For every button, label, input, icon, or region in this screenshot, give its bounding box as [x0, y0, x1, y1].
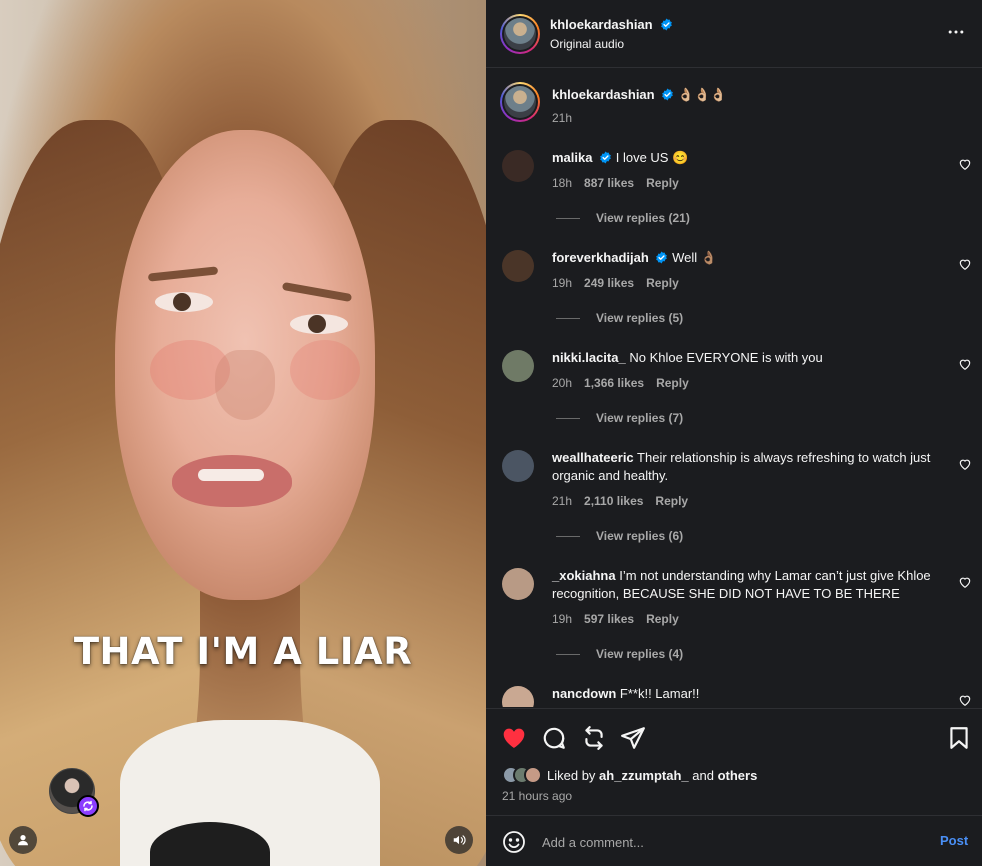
reply-button[interactable]: Reply — [655, 494, 688, 508]
comment-text: _xokiahna I’m not understanding why Lama… — [552, 568, 931, 601]
heart-icon[interactable] — [958, 157, 972, 171]
comment-username[interactable]: nikki.lacita_ — [552, 350, 626, 365]
view-replies-button[interactable]: View replies (21) — [556, 211, 690, 225]
comments-list[interactable]: khloekardashian 👌🏼👌🏼👌🏼 21h malika I love… — [486, 69, 982, 707]
reply-button[interactable]: Reply — [646, 612, 679, 626]
comment-avatar[interactable] — [502, 150, 534, 182]
comment-text: nancdown F**k!! Lamar!! — [552, 686, 700, 701]
comment-text: malika I love US 😊 — [552, 150, 689, 165]
heart-icon[interactable] — [958, 457, 972, 471]
author-avatar[interactable] — [500, 14, 540, 54]
comment-likes[interactable]: 1,366 likes — [584, 376, 644, 390]
comment-username[interactable]: nancdown — [552, 686, 616, 701]
remix-icon[interactable] — [77, 795, 99, 817]
post-caption: khloekardashian 👌🏼👌🏼👌🏼 — [552, 86, 944, 104]
caption-text: 👌🏼👌🏼👌🏼 — [677, 87, 727, 102]
liked-by-others[interactable]: others — [718, 768, 758, 783]
like-heart-icon[interactable] — [501, 725, 527, 751]
comment-avatar[interactable] — [502, 250, 534, 282]
caption-time: 21h — [552, 111, 573, 125]
comment-meta: 18h 887 likes Reply — [552, 176, 679, 190]
verified-badge-icon — [656, 251, 668, 264]
reply-button[interactable]: Reply — [656, 376, 689, 390]
view-replies-button[interactable]: View replies (5) — [556, 311, 683, 325]
comment-username[interactable]: weallhateeric — [552, 450, 634, 465]
comment-likes[interactable]: 597 likes — [584, 612, 634, 626]
heart-icon[interactable] — [958, 357, 972, 371]
liked-by-text: Liked by ah_zzumptah_ and others — [547, 767, 758, 783]
comment-likes[interactable]: 2,110 likes — [584, 494, 643, 508]
save-bookmark-icon[interactable] — [946, 725, 972, 751]
post-header: khloekardashian Original audio — [486, 0, 982, 68]
comment-meta: 20h 1,366 likes Reply — [552, 376, 689, 390]
reel-video[interactable]: THAT I'M A LIAR — [0, 0, 486, 866]
heart-icon[interactable] — [958, 693, 972, 707]
heart-icon[interactable] — [958, 257, 972, 271]
view-replies-button[interactable]: View replies (6) — [556, 529, 683, 543]
post-comment-button[interactable]: Post — [940, 833, 968, 848]
verified-badge-icon — [600, 151, 611, 164]
comment-meta: 21h 2,110 likes Reply — [552, 494, 689, 508]
reel-viewer: THAT I'M A LIAR khloekardashian Original… — [0, 0, 982, 866]
comment-meta: 19h 597 likes Reply — [552, 612, 679, 626]
repost-icon[interactable] — [581, 725, 607, 751]
post-actions: Liked by ah_zzumptah_ and others 21 hour… — [486, 708, 982, 815]
comment-icon[interactable] — [541, 725, 567, 751]
view-replies-button[interactable]: View replies (4) — [556, 647, 683, 661]
comment-avatar[interactable] — [502, 686, 534, 707]
comment-text: nikki.lacita_ No Khloe EVERYONE is with … — [552, 350, 823, 365]
audio-label[interactable]: Original audio — [550, 37, 624, 51]
comment-likes[interactable]: 249 likes — [584, 276, 634, 290]
share-send-icon[interactable] — [620, 725, 646, 751]
comment-username[interactable]: foreverkhadijah — [552, 250, 649, 265]
comment-avatar[interactable] — [502, 568, 534, 600]
reply-button[interactable]: Reply — [646, 276, 679, 290]
comments-panel: khloekardashian Original audio khloekard… — [486, 0, 982, 866]
author-username[interactable]: khloekardashian — [550, 17, 653, 32]
comment-avatar[interactable] — [502, 450, 534, 482]
add-comment-bar: Post — [486, 815, 982, 866]
comment-meta: 19h 249 likes Reply — [552, 276, 679, 290]
liker-avatar[interactable] — [524, 766, 542, 784]
liked-by-user[interactable]: ah_zzumptah_ — [599, 768, 689, 783]
verified-badge-icon — [661, 18, 672, 31]
heart-icon[interactable] — [958, 575, 972, 589]
comment-text: weallhateeric Their relationship is alwa… — [552, 450, 931, 483]
post-timestamp[interactable]: 21 hours ago — [502, 789, 572, 803]
comment-input[interactable] — [542, 832, 902, 852]
caption-author-avatar[interactable] — [500, 82, 540, 122]
verified-badge-icon — [662, 88, 674, 101]
speaker-icon[interactable] — [445, 826, 473, 854]
user-icon[interactable] — [9, 826, 37, 854]
comment-username[interactable]: malika — [552, 150, 592, 165]
comment-text: foreverkhadijah Well 👌🏽 — [552, 250, 717, 265]
comment-likes[interactable]: 887 likes — [584, 176, 634, 190]
comment-avatar[interactable] — [502, 350, 534, 382]
reply-button[interactable]: Reply — [646, 176, 679, 190]
emoji-icon[interactable] — [502, 830, 526, 854]
caption-username[interactable]: khloekardashian — [552, 87, 655, 102]
video-caption: THAT I'M A LIAR — [73, 630, 413, 673]
more-horizontal-icon[interactable] — [946, 22, 970, 42]
view-replies-button[interactable]: View replies (7) — [556, 411, 683, 425]
comment-username[interactable]: _xokiahna — [552, 568, 616, 583]
liked-by: Liked by ah_zzumptah_ and others — [502, 765, 757, 785]
